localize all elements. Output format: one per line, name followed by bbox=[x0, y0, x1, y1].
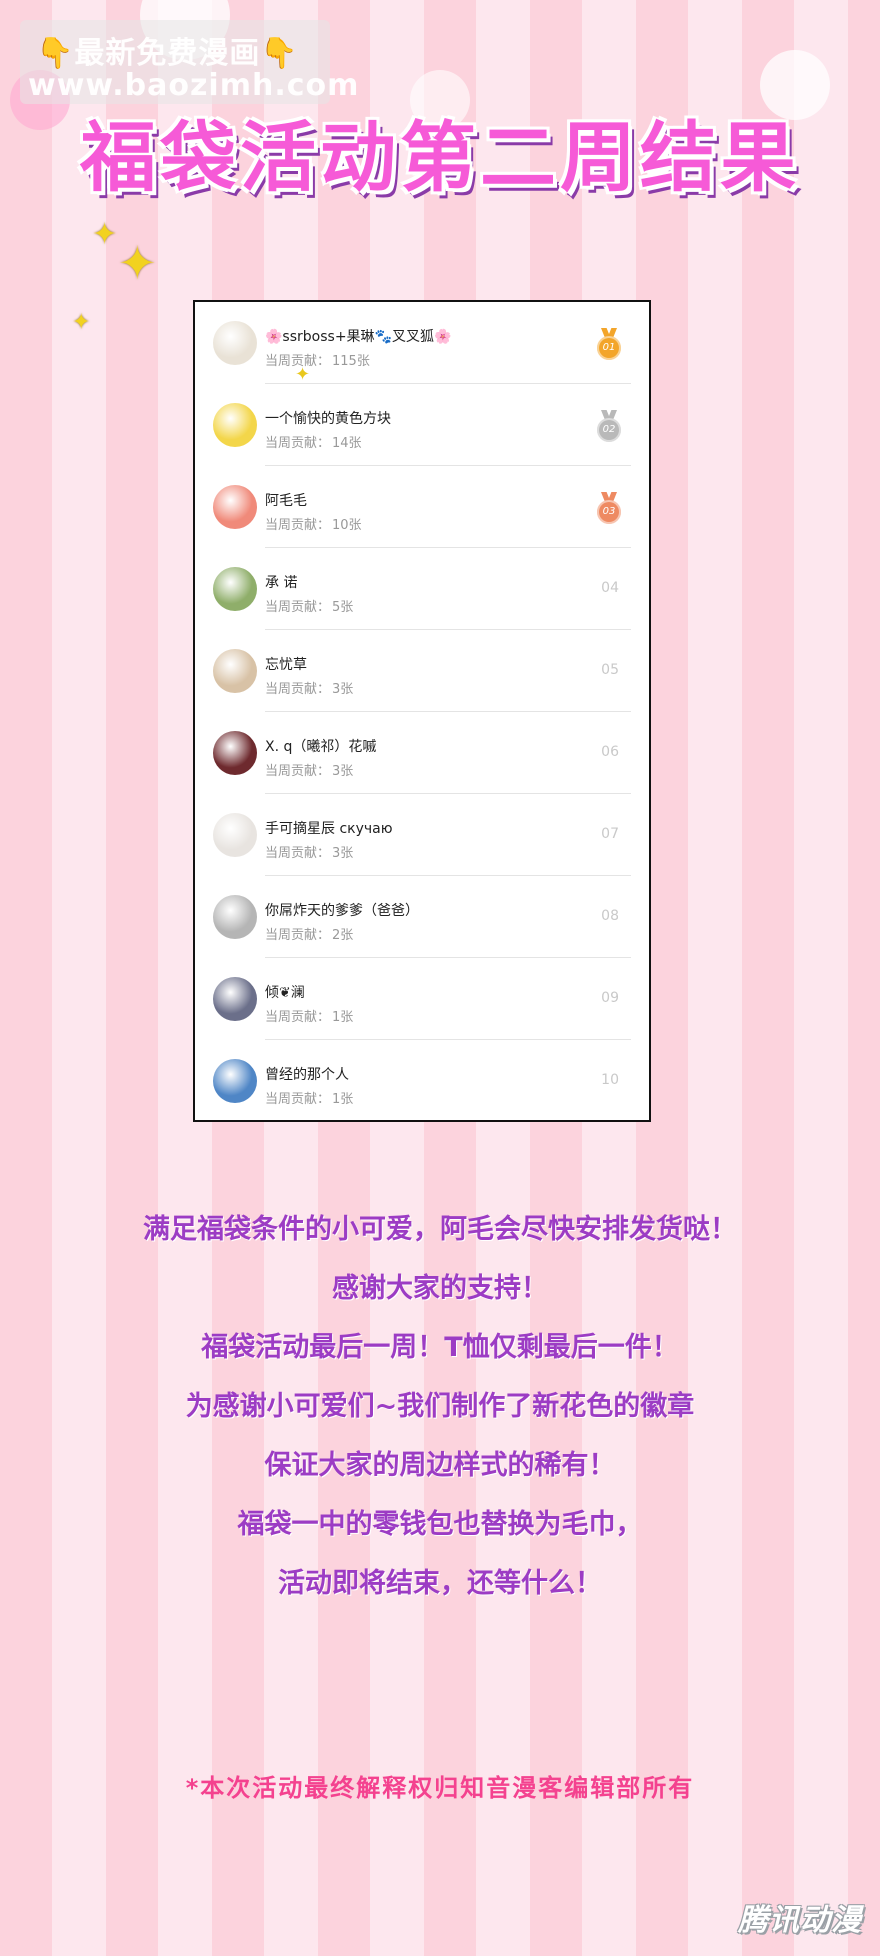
ranking-row[interactable]: 一个愉快的黄色方块 当周贡献： 14张 02 bbox=[213, 384, 631, 466]
contribution-value: 2张 bbox=[332, 928, 354, 943]
rank-number: 10 bbox=[601, 1072, 619, 1088]
announcement-line: 福袋一中的零钱包也替换为毛巾， bbox=[237, 1509, 643, 1540]
avatar[interactable] bbox=[213, 403, 257, 447]
medal-rank: 03 bbox=[597, 500, 621, 524]
watermark-title: 👇最新免费漫画👇 bbox=[36, 36, 299, 71]
rank-number: 04 bbox=[601, 580, 619, 596]
silver-medal-icon: 02 bbox=[595, 410, 623, 444]
announcement-line: 感谢大家的支持！ bbox=[332, 1273, 548, 1304]
weekly-contribution: 当周贡献： 1张 bbox=[265, 1088, 353, 1107]
user-name: X. q（曦祁）花嘁 bbox=[265, 739, 377, 755]
contribution-value: 3张 bbox=[332, 764, 354, 779]
ranking-row[interactable]: 曾经的那个人 当周贡献： 1张 10 bbox=[213, 1040, 631, 1122]
weekly-contribution: 当周贡献： 14张 bbox=[265, 432, 362, 451]
avatar[interactable] bbox=[213, 731, 257, 775]
contribution-value: 5张 bbox=[332, 600, 354, 615]
announcement-line: 活动即将结束，还等什么！ bbox=[278, 1568, 602, 1599]
ranking-row[interactable]: 🌸ssrboss+果琳🐾叉叉狐🌸 当周贡献： 115张 01 bbox=[213, 302, 631, 384]
user-name: 倾❦澜 bbox=[265, 985, 305, 1001]
gold-medal-icon: 01 bbox=[595, 328, 623, 362]
ranking-row[interactable]: 忘忧草当周贡献： 3张 05 bbox=[213, 630, 631, 712]
contribution-value: 1张 bbox=[332, 1092, 354, 1107]
contribution-label: 当周贡献： bbox=[265, 518, 331, 533]
brand-logo-text: 腾讯动漫 bbox=[738, 1903, 862, 1938]
rank-number: 05 bbox=[601, 662, 619, 678]
announcement-text: 满足福袋条件的小可爱，阿毛会尽快安排发货哒！ 感谢大家的支持！ 福袋活动最后一周！T… bbox=[0, 1200, 880, 1613]
user-name: 你屌炸天的爹爹（爸爸） bbox=[265, 903, 419, 919]
weekly-contribution: 当周贡献： 3张 bbox=[265, 842, 353, 861]
user-name: 承 诺 bbox=[265, 575, 298, 591]
contribution-label: 当周贡献： bbox=[265, 764, 331, 779]
avatar[interactable] bbox=[213, 321, 257, 365]
disclaimer-text: *本次活动最终解释权归知音漫客编辑部所有 bbox=[185, 1774, 695, 1802]
rank-number: 07 bbox=[601, 826, 619, 842]
contribution-value: 10张 bbox=[332, 518, 362, 533]
ranking-row[interactable]: 手可摘星辰 скучаю 当周贡献： 3张 07 bbox=[213, 794, 631, 876]
ranking-row[interactable]: 你屌炸天的爹爹（爸爸） 当周贡献： 2张 08 bbox=[213, 876, 631, 958]
avatar[interactable] bbox=[213, 1059, 257, 1103]
sparkle-icon: ✦ bbox=[72, 310, 91, 335]
rank-number: 08 bbox=[601, 908, 619, 924]
user-name: 曾经的那个人 bbox=[265, 1067, 349, 1083]
weekly-contribution: 当周贡献： 3张 bbox=[265, 678, 353, 697]
weekly-ranking-list: 🌸ssrboss+果琳🐾叉叉狐🌸 当周贡献： 115张 01 一个愉快的黄色方块 当周贡献… bbox=[193, 300, 651, 1122]
contribution-label: 当周贡献： bbox=[265, 846, 331, 861]
weekly-contribution: 当周贡献： 3张 bbox=[265, 760, 353, 779]
pointing-down-icon: 👇 bbox=[36, 36, 75, 71]
user-name: 一个愉快的黄色方块 bbox=[265, 411, 391, 427]
contribution-label: 当周贡献： bbox=[265, 682, 331, 697]
weekly-contribution: 当周贡献： 1张 bbox=[265, 1006, 353, 1025]
contribution-value: 3张 bbox=[332, 682, 354, 697]
contribution-label: 当周贡献： bbox=[265, 600, 331, 615]
user-name: 阿毛毛 bbox=[265, 493, 307, 509]
avatar[interactable] bbox=[213, 895, 257, 939]
contribution-label: 当周贡献： bbox=[265, 1092, 331, 1107]
avatar[interactable] bbox=[213, 485, 257, 529]
contribution-value: 1张 bbox=[332, 1010, 354, 1025]
avatar[interactable] bbox=[213, 649, 257, 693]
ranking-row[interactable]: 倾❦澜当周贡献： 1张 09 bbox=[213, 958, 631, 1040]
announcement-line: 保证大家的周边样式的稀有！ bbox=[264, 1450, 616, 1481]
user-name: 🌸ssrboss+果琳🐾叉叉狐🌸 bbox=[265, 329, 452, 345]
contribution-value: 3张 bbox=[332, 846, 354, 861]
contribution-label: 当周贡献： bbox=[265, 928, 331, 943]
announcement-line: 为感谢小可爱们~我们制作了新花色的徽章 bbox=[185, 1391, 695, 1422]
sparkle-icon: ✦ bbox=[92, 217, 118, 252]
pointing-down-icon: 👇 bbox=[260, 36, 299, 71]
weekly-contribution: 当周贡献： 2张 bbox=[265, 924, 353, 943]
user-name: 手可摘星辰 скучаю bbox=[265, 821, 393, 837]
sparkle-icon: ✦ bbox=[118, 236, 157, 290]
avatar[interactable] bbox=[213, 567, 257, 611]
contribution-value: 115张 bbox=[332, 354, 370, 369]
avatar[interactable] bbox=[213, 813, 257, 857]
contribution-label: 当周贡献： bbox=[265, 1010, 331, 1025]
announcement-line: 福袋活动最后一周！T恤仅剩最后一件！ bbox=[201, 1332, 679, 1363]
page-title: 福袋活动第二周结果 bbox=[80, 113, 800, 202]
ranking-row[interactable]: 阿毛毛当周贡献： 10张 03 bbox=[213, 466, 631, 548]
rank-number: 06 bbox=[601, 744, 619, 760]
contribution-label: 当周贡献： bbox=[265, 436, 331, 451]
contribution-value: 14张 bbox=[332, 436, 362, 451]
rank-number: 09 bbox=[601, 990, 619, 1006]
weekly-contribution: 当周贡献： 10张 bbox=[265, 514, 362, 533]
announcement-line: 满足福袋条件的小可爱，阿毛会尽快安排发货哒！ bbox=[143, 1214, 737, 1245]
medal-rank: 02 bbox=[597, 418, 621, 442]
ranking-row[interactable]: X. q（曦祁）花嘁 当周贡献： 3张 06 bbox=[213, 712, 631, 794]
avatar[interactable] bbox=[213, 977, 257, 1021]
ranking-row[interactable]: 承 诺当周贡献： 5张 04 bbox=[213, 548, 631, 630]
weekly-contribution: 当周贡献： 5张 bbox=[265, 596, 353, 615]
sparkle-icon: ✦ bbox=[295, 364, 311, 385]
medal-rank: 01 bbox=[597, 336, 621, 360]
weekly-contribution: 当周贡献： 115张 bbox=[265, 350, 370, 369]
bronze-medal-icon: 03 bbox=[595, 492, 623, 526]
user-name: 忘忧草 bbox=[265, 657, 307, 673]
